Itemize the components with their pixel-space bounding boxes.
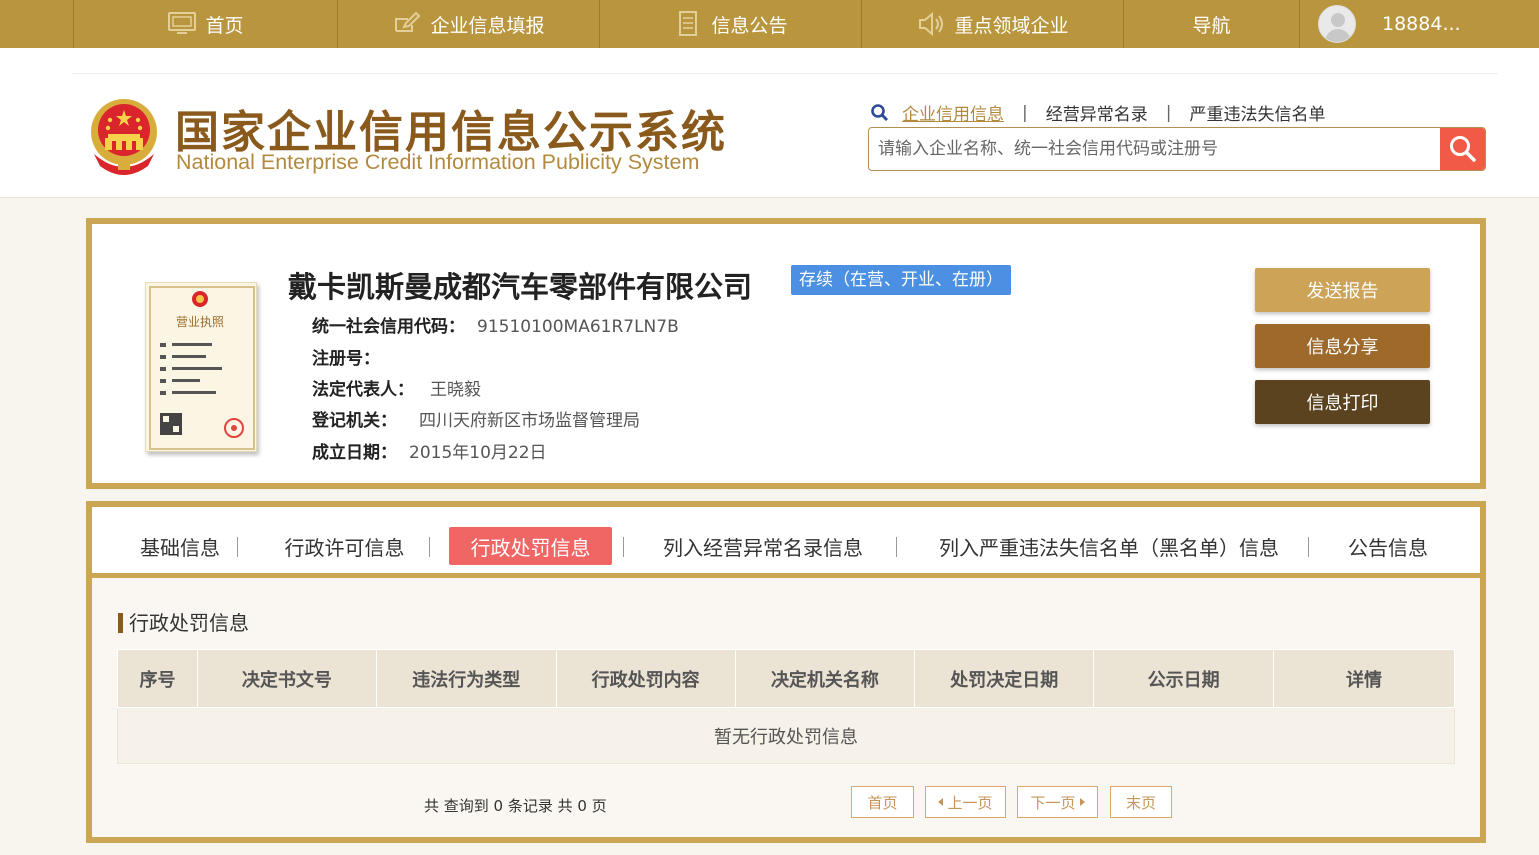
info-tabs-panel: 基础信息 行政许可信息 行政处罚信息 列入经营异常名录信息 列入严重违法失信名单… (86, 501, 1486, 843)
section-title: 行政处罚信息 (118, 613, 249, 633)
column-header: 行政处罚内容 (555, 649, 736, 708)
table-row: 暂无行政处罚信息 (117, 707, 1455, 764)
tab-admin-penalty[interactable]: 行政处罚信息 (449, 527, 612, 565)
pager-label: 首页 (867, 793, 898, 812)
header-divider (72, 73, 1498, 74)
status-badge: 存续（在营、开业、在册） (791, 265, 1011, 295)
column-header: 违法行为类型 (375, 649, 557, 708)
nav-item-navigation[interactable]: 导航 (1123, 0, 1299, 48)
site-subtitle: National Enterprise Credit Information P… (176, 150, 700, 174)
tab-abnormal-list[interactable]: 列入经营异常名录信息 (655, 527, 871, 565)
tab-blacklist[interactable]: 列入严重违法失信名单（黑名单）信息 (926, 527, 1292, 565)
speaker-icon (919, 11, 944, 37)
info-label: 登记机关： (312, 411, 397, 431)
info-value: 2015年10月22日 (409, 443, 547, 463)
search-icon (1449, 136, 1476, 162)
tab-divider (623, 537, 624, 557)
column-header: 序号 (117, 649, 198, 708)
top-nav: 首页 企业信息填报 信息公告 重点领域企业 导航 18884... (0, 0, 1539, 48)
search-type-links: 企业信用信息 | 经营异常名录 | 严重违法失信名单 (870, 100, 1325, 125)
company-card: 营业执照 戴卡凯斯曼成都汽车零部件有限公司 存续（在营、开业、在册） 统一社会信… (86, 218, 1486, 489)
penalty-table: 序号 决定书文号 违法行为类型 行政处罚内容 决定机关名称 处罚决定日期 公示日… (117, 649, 1455, 764)
send-report-button[interactable]: 发送报告 (1255, 268, 1430, 312)
search-link-abnormal[interactable]: 经营异常名录 (1046, 100, 1148, 125)
nav-item-report[interactable]: 企业信息填报 (337, 0, 599, 48)
column-header: 决定机关名称 (734, 649, 916, 708)
company-name: 戴卡凯斯曼成都汽车零部件有限公司 (288, 270, 753, 304)
tab-announcements[interactable]: 公告信息 (1338, 527, 1438, 565)
pager-label: 末页 (1125, 793, 1156, 812)
nav-item-label: 导航 (1192, 14, 1231, 37)
print-info-button[interactable]: 信息打印 (1255, 380, 1430, 424)
info-credit-code: 统一社会信用代码： 91510100MA61R7LN7B (312, 312, 679, 337)
tab-bar: 基础信息 行政许可信息 行政处罚信息 列入经营异常名录信息 列入严重违法失信名单… (92, 507, 1480, 578)
search-button[interactable] (1440, 128, 1485, 170)
pagination-summary: 共 查询到 0 条记录 共 0 页 (424, 797, 607, 815)
first-page-button[interactable]: 首页 (851, 786, 914, 818)
search-input[interactable] (869, 128, 1441, 170)
business-license-image[interactable]: 营业执照 (145, 282, 257, 452)
pager-label: 上一页 (947, 793, 993, 812)
avatar[interactable] (1318, 5, 1356, 43)
nav-item-key-industry[interactable]: 重点领域企业 (861, 0, 1123, 48)
site-header: 国家企业信用信息公示系统 National Enterprise Credit … (0, 48, 1539, 198)
info-value: 91510100MA61R7LN7B (477, 317, 679, 337)
tab-divider (237, 537, 238, 557)
tab-divider (896, 537, 897, 557)
license-heading: 营业执照 (176, 315, 224, 329)
info-label: 成立日期： (312, 443, 397, 463)
column-header: 详情 (1273, 649, 1455, 708)
info-label: 注册号： (312, 349, 380, 369)
empty-table-message: 暂无行政处罚信息 (117, 707, 1455, 764)
tab-divider (429, 537, 430, 557)
tab-admin-license[interactable]: 行政许可信息 (272, 527, 417, 565)
link-divider: | (1165, 102, 1172, 123)
document-icon (679, 11, 698, 36)
search-link-credit[interactable]: 企业信用信息 (902, 100, 1004, 125)
license-graphic: 营业执照 (149, 286, 255, 450)
info-value: 王晓毅 (430, 380, 481, 400)
info-label: 法定代表人： (312, 380, 414, 400)
search-icon (871, 103, 889, 121)
nav-item-label: 重点领域企业 (954, 14, 1069, 37)
nav-item-label: 信息公告 (711, 14, 788, 37)
caret-right-icon (1079, 798, 1085, 806)
column-header: 决定书文号 (196, 649, 377, 708)
info-founded: 成立日期： 2015年10月22日 (312, 438, 547, 463)
nav-item-home[interactable]: 首页 (73, 0, 337, 48)
link-divider: | (1022, 102, 1028, 123)
info-legal-rep: 法定代表人： 王晓毅 (312, 375, 481, 400)
nav-item-announcement[interactable]: 信息公告 (599, 0, 861, 48)
info-value: 四川天府新区市场监督管理局 (419, 411, 640, 431)
column-header: 处罚决定日期 (914, 649, 1095, 708)
search-box (868, 127, 1486, 171)
edit-icon (395, 11, 421, 32)
next-page-button[interactable]: 下一页 (1017, 786, 1098, 818)
info-authority: 登记机关： 四川天府新区市场监督管理局 (312, 406, 640, 431)
monitor-icon (168, 12, 197, 34)
tab-basic-info[interactable]: 基础信息 (118, 527, 242, 565)
table-header-row: 序号 决定书文号 违法行为类型 行政处罚内容 决定机关名称 处罚决定日期 公示日… (117, 649, 1455, 708)
column-header: 公示日期 (1093, 649, 1275, 708)
nav-item-label: 企业信息填报 (430, 14, 545, 37)
pager-label: 下一页 (1030, 793, 1076, 812)
prev-page-button[interactable]: 上一页 (925, 786, 1006, 818)
search-link-blacklist[interactable]: 严重违法失信名单 (1189, 100, 1325, 125)
last-page-button[interactable]: 末页 (1110, 786, 1172, 818)
tab-divider (1308, 537, 1309, 557)
share-info-button[interactable]: 信息分享 (1255, 324, 1430, 368)
user-phone: 18884... (1382, 13, 1461, 35)
info-label: 统一社会信用代码： (312, 317, 465, 337)
nav-item-label: 首页 (205, 14, 244, 37)
info-reg-number: 注册号： (312, 344, 380, 369)
national-emblem-icon (91, 99, 157, 175)
caret-left-icon (938, 798, 944, 806)
user-menu[interactable]: 18884... (1299, 0, 1539, 48)
